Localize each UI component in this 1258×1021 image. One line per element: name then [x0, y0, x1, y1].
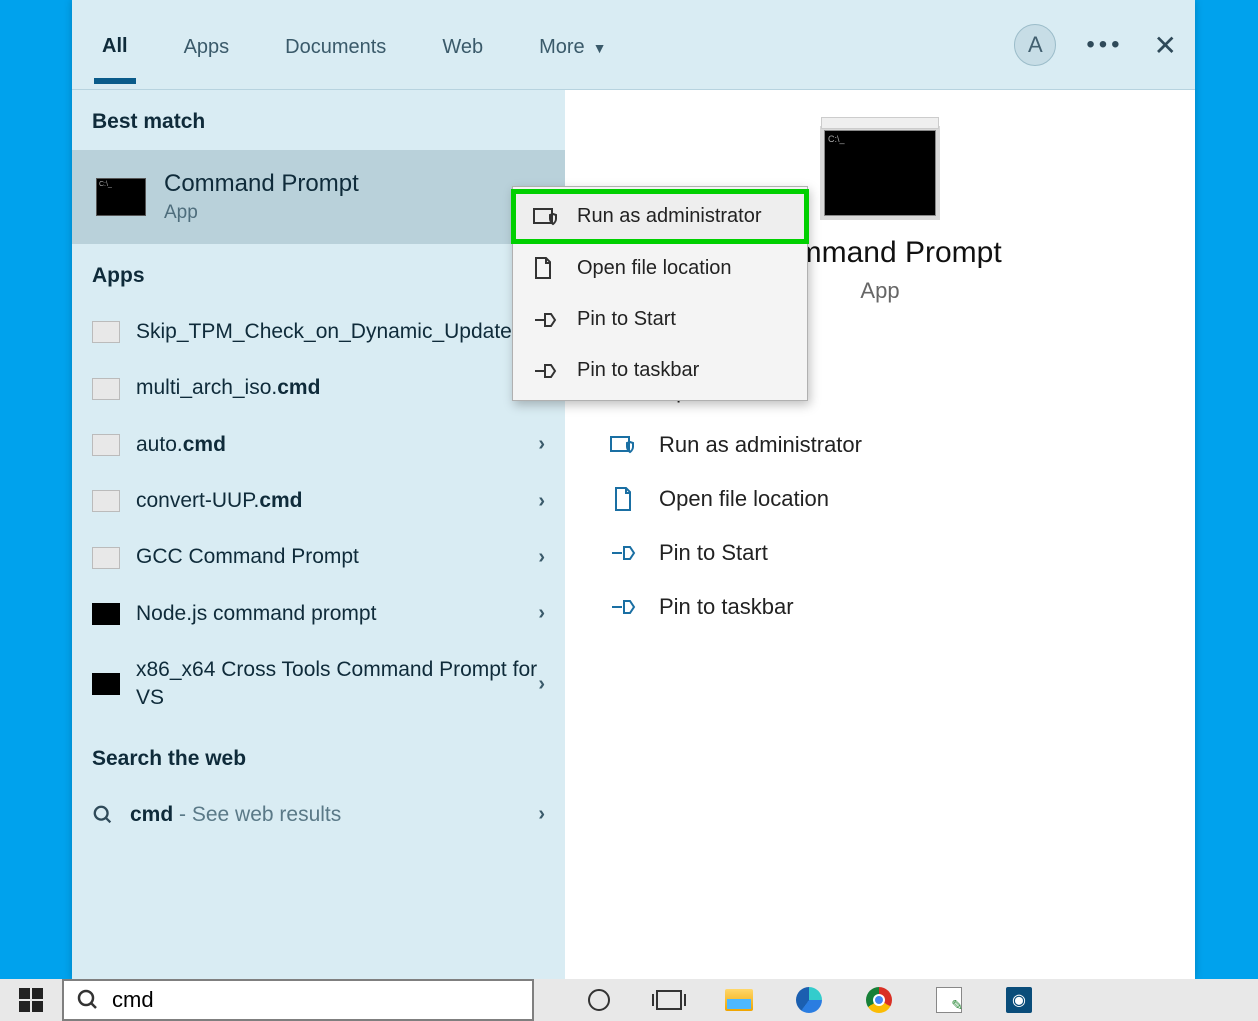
ctx-pin-taskbar[interactable]: Pin to taskbar [513, 345, 807, 396]
search-input[interactable] [112, 987, 520, 1013]
app-result-label: Skip_TPM_Check_on_Dynamic_Update.cmd [136, 318, 561, 346]
action-run-admin[interactable]: Run as administrator [605, 418, 1155, 472]
obs-app-icon[interactable]: ◉ [1004, 985, 1034, 1015]
chevron-right-icon: › [538, 490, 545, 513]
chevron-right-icon: › [538, 546, 545, 569]
app-result-row[interactable]: x86_x64 Cross Tools Command Prompt for V… [72, 642, 565, 727]
ctx-open-location[interactable]: Open file location [513, 242, 807, 294]
chevron-right-icon: › [538, 433, 545, 456]
cmd-file-icon [92, 673, 120, 695]
cmd-file-icon [92, 490, 120, 512]
folder-location-icon [609, 486, 637, 512]
app-result-row[interactable]: convert-UUP.cmd› [72, 473, 565, 529]
section-apps: Apps [72, 244, 565, 304]
best-match-subtitle: App [164, 202, 359, 224]
section-search-web: Search the web [72, 727, 565, 787]
chevron-down-icon: ▼ [593, 40, 607, 56]
app-result-label: convert-UUP.cmd [136, 487, 538, 515]
user-avatar[interactable]: A [1014, 24, 1056, 66]
action-open-location[interactable]: Open file location [605, 472, 1155, 526]
folder-location-icon [533, 256, 559, 280]
section-best-match: Best match [72, 90, 565, 150]
action-pin-taskbar[interactable]: Pin to taskbar [605, 580, 1155, 634]
pin-start-icon [609, 543, 637, 563]
cmd-file-icon [92, 321, 120, 343]
ctx-pin-start[interactable]: Pin to Start [513, 294, 807, 345]
search-icon [76, 988, 100, 1012]
cmd-file-icon [92, 434, 120, 456]
app-result-label: auto.cmd [136, 431, 538, 459]
admin-shield-icon [609, 434, 637, 456]
ctx-run-admin[interactable]: Run as administrator [513, 191, 807, 242]
context-menu: Run as administrator Open file location … [512, 186, 808, 401]
start-button[interactable] [0, 979, 62, 1021]
task-view-icon[interactable] [654, 985, 684, 1015]
chrome-browser-icon[interactable] [864, 985, 894, 1015]
app-result-row[interactable]: multi_arch_iso.cmd› [72, 360, 565, 416]
windows-logo-icon [19, 988, 43, 1012]
more-options-icon[interactable]: ••• [1086, 31, 1123, 59]
tab-documents[interactable]: Documents [277, 6, 394, 83]
edge-browser-icon[interactable] [794, 985, 824, 1015]
taskbar: ◉ [0, 979, 1258, 1021]
tab-more[interactable]: More▼ [531, 6, 614, 83]
notepad-icon[interactable] [934, 985, 964, 1015]
app-result-label: Node.js command prompt [136, 600, 538, 628]
pin-taskbar-icon [533, 362, 559, 380]
command-prompt-icon [96, 178, 146, 216]
taskbar-search[interactable] [62, 979, 534, 1021]
search-tabs: All Apps Documents Web More▼ A ••• ✕ [72, 0, 1195, 90]
chevron-right-icon: › [538, 803, 545, 826]
cmd-file-icon [92, 378, 120, 400]
best-match-title: Command Prompt [164, 170, 359, 198]
tab-web[interactable]: Web [434, 6, 491, 83]
admin-shield-icon [533, 206, 559, 228]
close-icon[interactable]: ✕ [1154, 29, 1177, 62]
app-result-label: GCC Command Prompt [136, 543, 538, 571]
best-match-item[interactable]: Command Prompt App [72, 150, 565, 244]
search-icon [92, 804, 114, 826]
chevron-right-icon: › [538, 673, 545, 696]
preview-app-icon [824, 130, 936, 216]
app-result-label: multi_arch_iso.cmd [136, 374, 538, 402]
chevron-right-icon: › [538, 602, 545, 625]
app-result-label: x86_x64 Cross Tools Command Prompt for V… [136, 656, 538, 713]
app-result-row[interactable]: auto.cmd› [72, 417, 565, 473]
cmd-file-icon [92, 547, 120, 569]
results-column: Best match Command Prompt App Apps Skip_… [72, 90, 565, 979]
pin-taskbar-icon [609, 597, 637, 617]
start-search-panel: All Apps Documents Web More▼ A ••• ✕ Bes… [72, 0, 1195, 979]
pin-start-icon [533, 311, 559, 329]
action-pin-start[interactable]: Pin to Start [605, 526, 1155, 580]
web-result-row[interactable]: cmd - See web results › [72, 787, 565, 843]
tab-apps[interactable]: Apps [176, 6, 238, 83]
cortana-icon[interactable] [584, 985, 614, 1015]
app-result-row[interactable]: Skip_TPM_Check_on_Dynamic_Update.cmd› [72, 304, 565, 360]
cmd-file-icon [92, 603, 120, 625]
file-explorer-icon[interactable] [724, 985, 754, 1015]
tab-all[interactable]: All [94, 5, 136, 84]
app-result-row[interactable]: GCC Command Prompt› [72, 529, 565, 585]
app-result-row[interactable]: Node.js command prompt› [72, 586, 565, 642]
